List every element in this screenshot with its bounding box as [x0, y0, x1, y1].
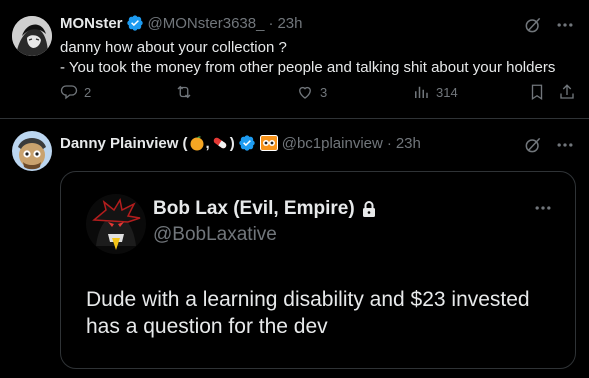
- grok-icon[interactable]: [523, 15, 543, 35]
- like-count: 3: [320, 84, 328, 100]
- separator: ·: [268, 14, 274, 32]
- avatar-image: [12, 131, 52, 171]
- like-icon: [296, 83, 314, 101]
- quoted-tweet[interactable]: Bob Lax (Evil, Empire) @BobLaxative Dude…: [60, 171, 576, 369]
- reply-button[interactable]: 2: [60, 83, 91, 101]
- views-button[interactable]: 314: [412, 83, 458, 101]
- retweet-button[interactable]: [174, 83, 200, 101]
- display-name[interactable]: MONster: [60, 15, 123, 32]
- tweet-monster[interactable]: MONster @MONster3638_ · 23h danny how ab…: [0, 0, 589, 119]
- name-close: ): [229, 134, 235, 152]
- timestamp[interactable]: 23h: [396, 135, 421, 152]
- views-icon: [412, 83, 430, 101]
- retweet-icon: [174, 83, 194, 101]
- tweet-danny[interactable]: Danny Plainview ( , ) @bc1plainview · 23…: [0, 119, 589, 378]
- verified-badge-icon: [126, 14, 144, 32]
- more-icon[interactable]: [555, 15, 575, 35]
- share-icon[interactable]: [558, 83, 576, 101]
- timestamp[interactable]: 23h: [277, 15, 302, 32]
- pill-emoji-icon: [211, 135, 229, 151]
- handle[interactable]: @bc1plainview: [282, 135, 383, 152]
- quote-text: Dude with a learning disability and $23 …: [86, 288, 530, 338]
- verified-badge-icon: [238, 134, 256, 152]
- reply-count: 2: [84, 84, 92, 100]
- quote-display-name[interactable]: Bob Lax (Evil, Empire): [153, 198, 355, 220]
- handle[interactable]: @MONster3638_: [148, 15, 265, 32]
- tweet-text-line: danny how about your collection ?: [60, 39, 287, 56]
- avatar-image: [12, 16, 52, 56]
- quote-handle[interactable]: @BobLaxative: [153, 224, 277, 246]
- tweet-text-line: - You took the money from other people a…: [60, 59, 556, 76]
- quote-avatar-image: [86, 194, 146, 254]
- avatar[interactable]: [12, 131, 52, 171]
- orange-emoji-icon: [189, 135, 205, 151]
- like-button[interactable]: 3: [296, 83, 327, 101]
- quote-more-icon[interactable]: [533, 198, 553, 218]
- quote-avatar[interactable]: [86, 194, 146, 254]
- display-name[interactable]: Danny Plainview (: [60, 135, 188, 152]
- separator: ·: [386, 134, 392, 152]
- views-count: 314: [436, 84, 458, 100]
- affiliate-badge-icon[interactable]: [259, 135, 278, 151]
- grok-icon[interactable]: [523, 135, 543, 155]
- name-comma: ,: [205, 134, 210, 152]
- avatar[interactable]: [12, 16, 52, 56]
- reply-icon: [60, 83, 78, 101]
- lock-icon: [361, 200, 377, 218]
- bookmark-icon[interactable]: [528, 83, 546, 101]
- more-icon[interactable]: [555, 135, 575, 155]
